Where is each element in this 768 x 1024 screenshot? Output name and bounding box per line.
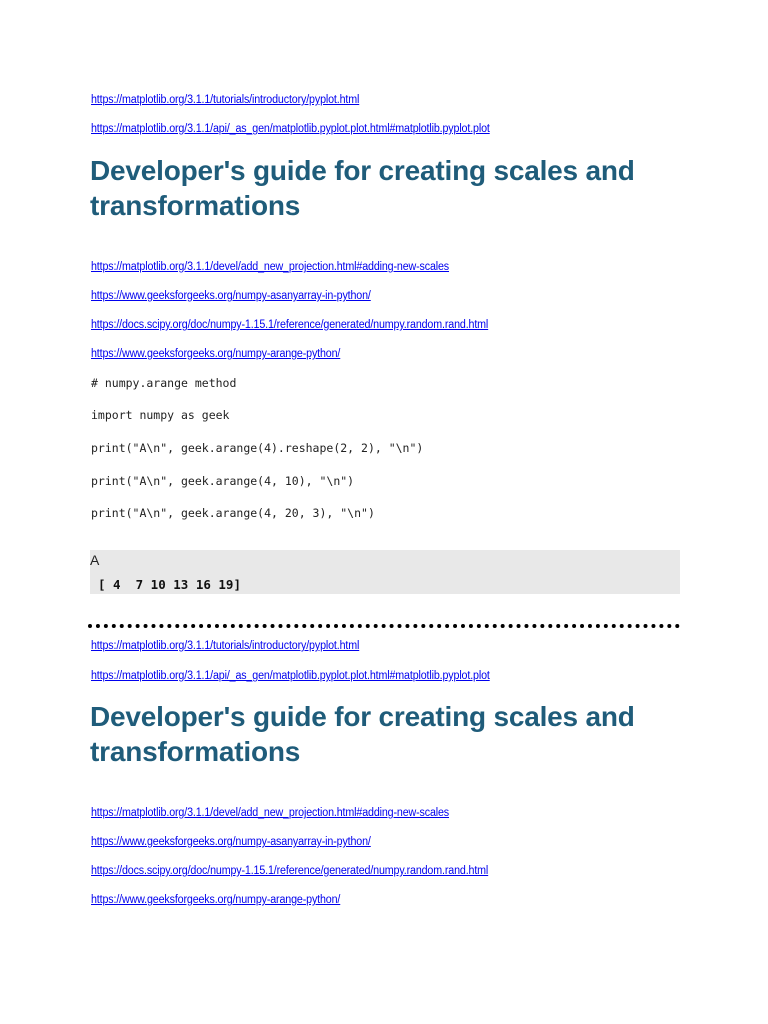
link-add-new-scales-repeat[interactable]: https://matplotlib.org/3.1.1/devel/add_n… [91, 807, 449, 819]
code-line-import: import numpy as geek [91, 408, 230, 422]
code-line-print-arange-step: print("A\n", geek.arange(4, 20, 3), "\n"… [91, 506, 375, 520]
link-pyplot-tutorial[interactable]: https://matplotlib.org/3.1.1/tutorials/i… [91, 94, 359, 106]
document-page: https://matplotlib.org/3.1.1/tutorials/i… [0, 0, 768, 1024]
code-line-comment: # numpy.arange method [91, 376, 237, 390]
link-numpy-asanyarray-repeat[interactable]: https://www.geeksforgeeks.org/numpy-asan… [91, 836, 371, 848]
link-pyplot-plot-api-repeat[interactable]: https://matplotlib.org/3.1.1/api/_as_gen… [91, 670, 490, 682]
link-add-new-scales[interactable]: https://matplotlib.org/3.1.1/devel/add_n… [91, 261, 449, 273]
output-label: A [90, 552, 100, 568]
link-pyplot-tutorial-repeat[interactable]: https://matplotlib.org/3.1.1/tutorials/i… [91, 640, 359, 652]
output-box: A [ 4 7 10 13 16 19] [90, 550, 680, 594]
link-numpy-asanyarray[interactable]: https://www.geeksforgeeks.org/numpy-asan… [91, 290, 371, 302]
output-value: [ 4 7 10 13 16 19] [98, 577, 241, 592]
link-numpy-arange-repeat[interactable]: https://www.geeksforgeeks.org/numpy-aran… [91, 894, 340, 906]
link-numpy-random-rand[interactable]: https://docs.scipy.org/doc/numpy-1.15.1/… [91, 319, 488, 331]
section-heading: Developer's guide for creating scales an… [90, 155, 635, 221]
section-heading-repeat: Developer's guide for creating scales an… [90, 701, 635, 767]
page-divider [88, 624, 680, 628]
code-line-print-arange-range: print("A\n", geek.arange(4, 10), "\n") [91, 474, 355, 488]
link-pyplot-plot-api[interactable]: https://matplotlib.org/3.1.1/api/_as_gen… [91, 123, 490, 135]
code-line-print-reshape: print("A\n", geek.arange(4).reshape(2, 2… [91, 441, 424, 455]
link-numpy-arange[interactable]: https://www.geeksforgeeks.org/numpy-aran… [91, 348, 340, 360]
link-numpy-random-rand-repeat[interactable]: https://docs.scipy.org/doc/numpy-1.15.1/… [91, 865, 488, 877]
